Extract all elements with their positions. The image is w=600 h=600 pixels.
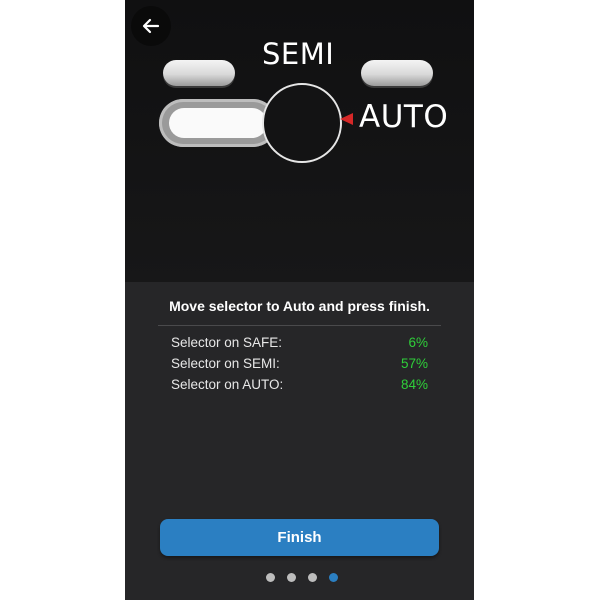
page-dot-1[interactable] [266,573,275,582]
page-dot-3[interactable] [308,573,317,582]
stat-row-safe: Selector on SAFE: 6% [171,335,428,353]
stat-label: Selector on AUTO: [171,377,284,392]
stat-label: Selector on SEMI: [171,356,280,371]
stat-row-semi: Selector on SEMI: 57% [171,356,428,374]
stat-value: 6% [408,335,428,350]
divider [158,325,441,326]
selector-slot-highlight [169,108,267,138]
dial-pointer-icon [340,113,353,125]
selector-slot-left [163,60,235,86]
back-button[interactable] [131,6,171,46]
mode-label-semi: SEMI [262,37,335,71]
page-dot-2[interactable] [287,573,296,582]
selector-slot-right [361,60,433,86]
stat-value: 84% [400,377,428,392]
selector-slot-main [159,99,277,147]
pagination-dots [266,573,338,582]
stat-row-auto: Selector on AUTO: 84% [171,377,428,395]
page-dot-4[interactable] [329,573,338,582]
app-screen: SEMI AUTO Move selector to Auto and pres… [125,0,474,600]
arrow-left-icon [142,18,160,34]
stat-value: 57% [400,356,428,371]
stat-label: Selector on SAFE: [171,335,283,350]
selector-dial [262,83,342,163]
selector-illustration: SEMI AUTO [125,0,474,282]
finish-button[interactable]: Finish [160,519,439,556]
mode-label-auto: AUTO [359,99,449,135]
instruction-text: Move selector to Auto and press finish. [169,298,430,314]
